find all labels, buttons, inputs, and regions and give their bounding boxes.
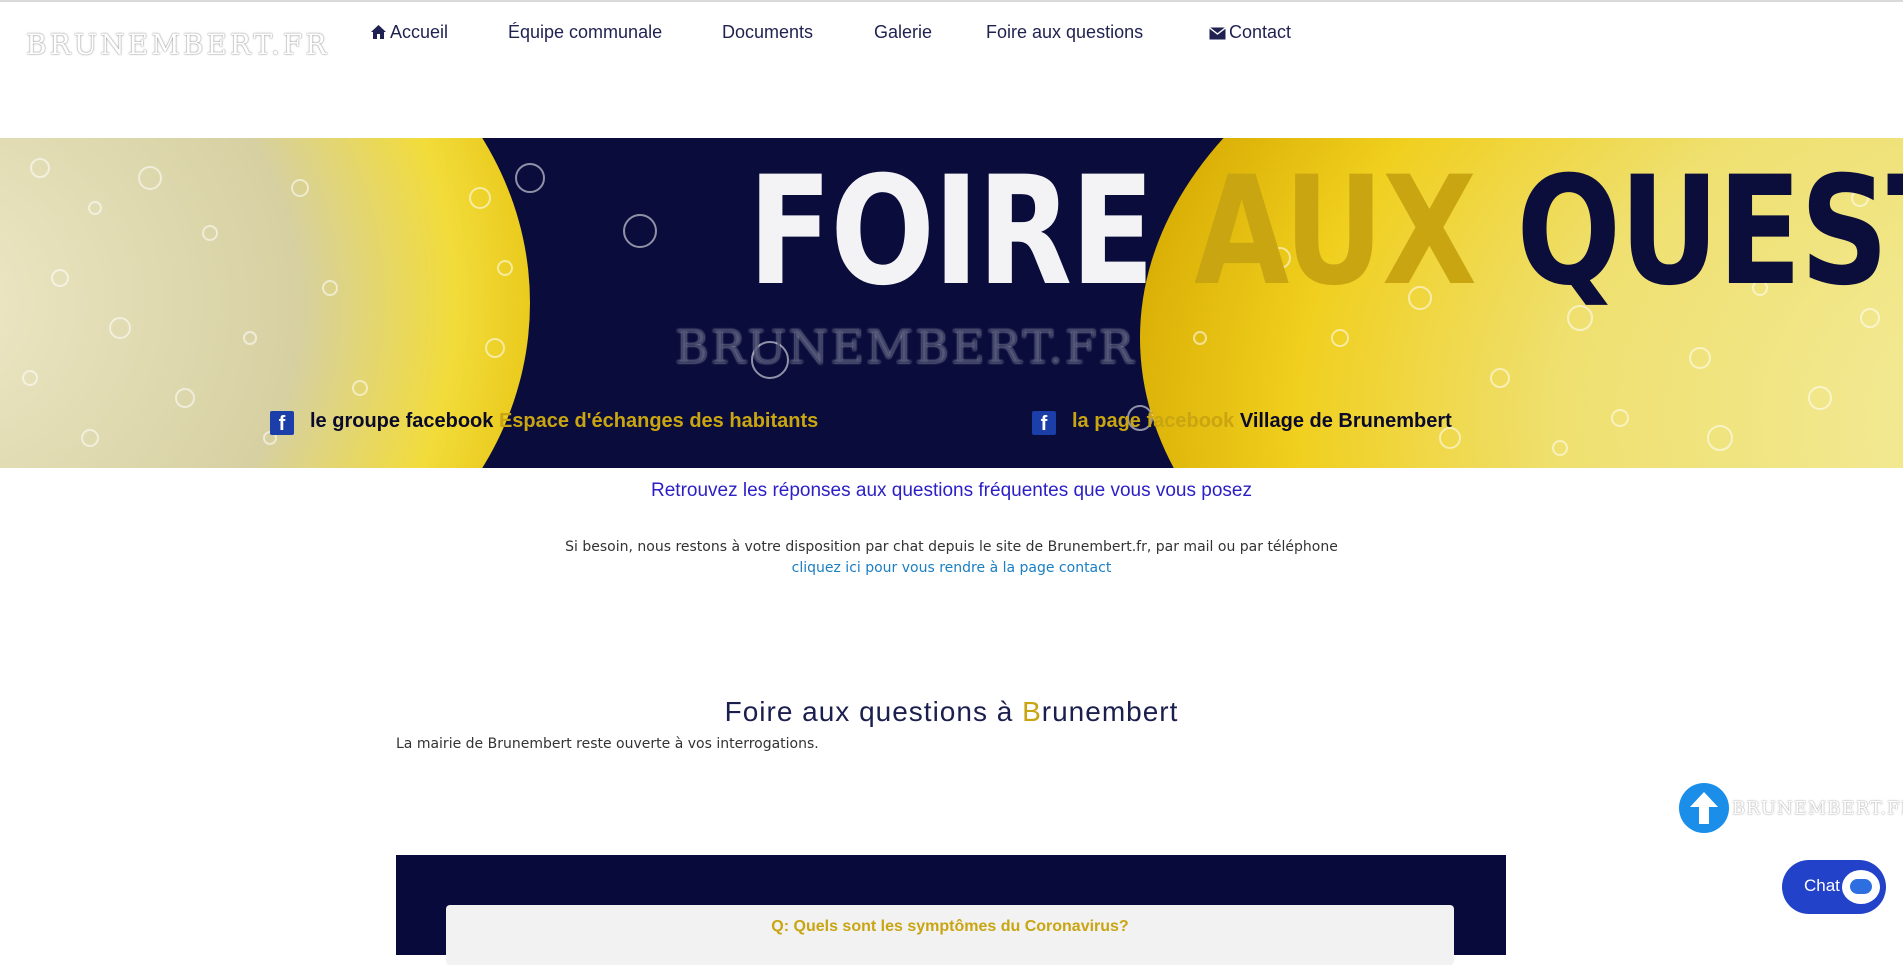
envelope-icon [1209,27,1226,40]
nav-item-label: Documents [722,22,814,42]
hero-title-word-3: QUESTIONS [1516,145,1903,319]
faq-question-text: Q: Quels sont les symptômes du Coronavir… [771,918,1129,935]
hero-title: FOIRE AUX QUESTIONS [748,152,1903,312]
faq-title-start: Foire aux questions à [724,696,1023,727]
facebook-group-link[interactable]: f le groupe facebook Espace d'échanges de… [270,410,818,435]
faq-title-end: runembert [1041,696,1179,727]
chat-label: Chat [1804,876,1840,895]
nav-item-label: Accueil [390,22,449,42]
hero-banner: FOIRE AUX QUESTIONS BRUNEMBERT.FR f le gr… [0,138,1903,468]
facebook-page-prefix: la page facebook [1072,410,1235,432]
hero-logo: BRUNEMBERT.FR [675,320,1136,374]
contact-page-link[interactable]: cliquez ici pour vous rendre à la page c… [0,560,1903,576]
facebook-page-link[interactable]: f la page facebook Village de Brunembert [1032,410,1452,435]
facebook-group-prefix: le groupe facebook [310,410,494,432]
facebook-icon: f [270,411,294,435]
faq-question[interactable]: Q: Quels sont les symptômes du Coronavir… [446,905,1454,965]
nav-item-documents[interactable]: Documents [722,22,813,43]
faq-title-initial: B [1022,696,1042,727]
nav-item-accueil[interactable]: Accueil [370,22,448,43]
hero-title-word-1: FOIRE [748,145,1155,319]
nav-item-contact[interactable]: Contact [1209,22,1291,43]
nav-item-label: Contact [1229,22,1292,42]
facebook-group-name: Espace d'échanges des habitants [498,410,819,432]
top-border [0,0,1903,2]
facebook-icon: f [1032,411,1056,435]
nav-item-foire-aux-questions[interactable]: Foire aux questions [986,22,1143,43]
faq-panel: Q: Quels sont les symptômes du Coronavir… [396,855,1506,965]
facebook-page-name: Village de Brunembert [1239,410,1452,432]
nav-item-label: Galerie [874,22,933,42]
site-logo[interactable]: BRUNEMBERT.FR [26,28,329,61]
intro-text: Si besoin, nous restons à votre disposit… [565,539,1338,555]
faq-title: Foire aux questions à Brunembert [0,696,1903,728]
intro-headline: Retrouvez les réponses aux questions fré… [651,480,1252,501]
nav-item-label: Foire aux questions [986,22,1144,42]
nav-item-label: Équipe communale [508,22,663,42]
arrow-up-icon [1690,792,1718,824]
nav-item-galerie[interactable]: Galerie [874,22,932,43]
scroll-to-top-button[interactable] [1679,783,1729,833]
chat-button[interactable]: Chat [1782,860,1886,914]
chat-bubble-icon [1842,870,1880,904]
scroll-top-logo: BRUNEMBERT.FR [1732,798,1903,819]
nav-item-equipe-communale[interactable]: Équipe communale [508,22,662,43]
home-icon [371,25,386,39]
faq-intro: La mairie de Brunembert reste ouverte à … [396,736,819,752]
hero-title-word-2: AUX [1194,145,1477,319]
